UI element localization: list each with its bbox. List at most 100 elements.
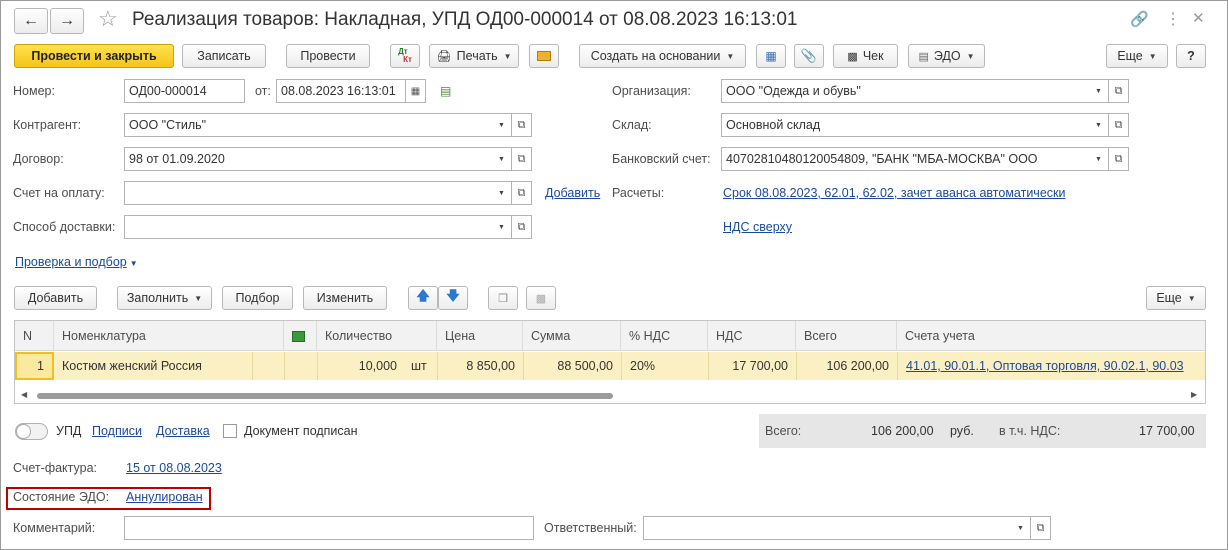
select-items-button[interactable]: Подбор bbox=[222, 286, 293, 310]
organization-dropdown[interactable]: ▼ bbox=[1089, 79, 1109, 103]
contract-field[interactable]: 98 от 01.09.2020 bbox=[124, 147, 514, 171]
col-accounts[interactable]: Счета учета bbox=[897, 321, 1205, 351]
document-signed-checkbox[interactable] bbox=[223, 424, 237, 438]
post-button[interactable]: Провести bbox=[286, 44, 370, 68]
row-sum-cell[interactable]: 88 500,00 bbox=[523, 352, 621, 380]
col-qty[interactable]: Количество bbox=[317, 321, 437, 351]
delivery-method-field[interactable] bbox=[124, 215, 514, 239]
print-button[interactable]: 🖨 Печать ▼ bbox=[429, 44, 519, 68]
row-price-cell[interactable]: 8 850,00 bbox=[437, 352, 523, 380]
row-total-cell[interactable]: 106 200,00 bbox=[796, 352, 897, 380]
fill-button[interactable]: Заполнить ▼ bbox=[117, 286, 212, 310]
create-based-on-button[interactable]: Создать на основании ▼ bbox=[579, 44, 746, 68]
row-unit-cell[interactable]: шт bbox=[405, 352, 437, 380]
comment-field[interactable] bbox=[124, 516, 534, 540]
responsible-field[interactable] bbox=[643, 516, 1033, 540]
row-qty-cell[interactable]: 10,000 bbox=[317, 352, 405, 380]
link-icon[interactable]: 🔗 bbox=[1130, 10, 1149, 28]
copy-rows-button[interactable]: ❐ bbox=[488, 286, 518, 310]
bank-account-field[interactable]: 40702810480120054809, "БАНК "МБА-МОСКВА"… bbox=[721, 147, 1111, 171]
favorite-star-icon[interactable]: ☆ bbox=[98, 6, 118, 32]
col-item[interactable]: Номенклатура bbox=[54, 321, 284, 351]
warehouse-open[interactable]: ⧉ bbox=[1109, 113, 1129, 137]
signatures-link[interactable]: Подписи bbox=[92, 424, 142, 438]
open-icon: ⧉ bbox=[517, 220, 526, 233]
more-button[interactable]: Еще ▼ bbox=[1106, 44, 1168, 68]
dt-kt-button[interactable]: Дт Кт bbox=[390, 44, 420, 68]
horizontal-scrollbar[interactable]: ◀ ▶ bbox=[15, 389, 1205, 403]
date-field[interactable]: 08.08.2023 16:13:01 bbox=[276, 79, 406, 103]
move-up-button[interactable]: 🡅 bbox=[408, 286, 438, 310]
add-invoice-link[interactable]: Добавить bbox=[545, 186, 600, 200]
upd-toggle[interactable] bbox=[15, 423, 48, 440]
vat-on-top-link[interactable]: НДС сверху bbox=[723, 220, 792, 234]
help-button[interactable]: ? bbox=[1176, 44, 1206, 68]
check-button[interactable]: ▩ Чек bbox=[833, 44, 898, 68]
col-price[interactable]: Цена bbox=[437, 321, 523, 351]
col-marking[interactable] bbox=[284, 321, 317, 351]
delivery-method-dropdown[interactable]: ▼ bbox=[492, 215, 512, 239]
row-vat-rate-cell[interactable]: 20% bbox=[621, 352, 708, 380]
close-icon[interactable]: ✕ bbox=[1192, 9, 1205, 27]
add-row-button[interactable]: Добавить bbox=[14, 286, 97, 310]
contract-dropdown[interactable]: ▼ bbox=[492, 147, 512, 171]
counterparty-dropdown[interactable]: ▼ bbox=[492, 113, 512, 137]
invoice-payment-open[interactable]: ⧉ bbox=[512, 181, 532, 205]
delivery-method-open[interactable]: ⧉ bbox=[512, 215, 532, 239]
bank-account-dropdown[interactable]: ▼ bbox=[1089, 147, 1109, 171]
email-button[interactable] bbox=[529, 44, 559, 68]
warehouse-dropdown[interactable]: ▼ bbox=[1089, 113, 1109, 137]
row-marking-cell[interactable] bbox=[284, 352, 317, 380]
col-sum[interactable]: Сумма bbox=[523, 321, 621, 351]
forward-button[interactable]: → bbox=[50, 8, 84, 34]
row-accounts-link[interactable]: 41.01, 90.01.1, Оптовая торговля, 90.02.… bbox=[906, 359, 1184, 373]
scroll-right-icon[interactable]: ▶ bbox=[1191, 390, 1197, 399]
col-n[interactable]: N bbox=[15, 321, 54, 351]
row-accounts-cell[interactable]: 41.01, 90.01.1, Оптовая торговля, 90.02.… bbox=[897, 352, 1205, 380]
delivery-link[interactable]: Доставка bbox=[156, 424, 210, 438]
table-row[interactable]: 1 Костюм женский Россия 10,000 шт 8 850,… bbox=[15, 352, 1205, 380]
scroll-left-icon[interactable]: ◀ bbox=[21, 390, 27, 399]
responsible-open[interactable]: ⧉ bbox=[1031, 516, 1051, 540]
structure-button[interactable]: ▦ bbox=[756, 44, 786, 68]
counterparty-field[interactable]: ООО "Стиль" bbox=[124, 113, 514, 137]
more-vertical-icon[interactable]: ⋮ bbox=[1165, 9, 1181, 29]
change-button[interactable]: Изменить bbox=[303, 286, 387, 310]
col-vat[interactable]: НДС bbox=[708, 321, 796, 351]
organization-label: Организация: bbox=[612, 84, 691, 98]
number-field[interactable]: ОД00-000014 bbox=[124, 79, 245, 103]
organization-open[interactable]: ⧉ bbox=[1109, 79, 1129, 103]
invoice-payment-field[interactable] bbox=[124, 181, 514, 205]
row-vat-cell[interactable]: 17 700,00 bbox=[708, 352, 796, 380]
responsible-dropdown[interactable]: ▼ bbox=[1011, 516, 1031, 540]
row-n-cell[interactable]: 1 bbox=[15, 352, 54, 380]
move-down-button[interactable]: 🡇 bbox=[438, 286, 468, 310]
table-more-button[interactable]: Еще ▼ bbox=[1146, 286, 1206, 310]
col-vat-rate[interactable]: % НДС bbox=[621, 321, 708, 351]
back-button[interactable]: ← bbox=[14, 8, 48, 34]
post-and-close-button[interactable]: Провести и закрыть bbox=[14, 44, 174, 68]
edo-button[interactable]: ▤ ЭДО ▼ bbox=[908, 44, 985, 68]
check-and-select-link[interactable]: Проверка и подбор ▼ bbox=[15, 255, 138, 269]
totals-vat-value: 17 700,00 bbox=[1139, 424, 1195, 438]
paste-rows-button[interactable]: ▩ bbox=[526, 286, 556, 310]
contract-label: Договор: bbox=[13, 152, 64, 166]
contract-open[interactable]: ⧉ bbox=[512, 147, 532, 171]
col-total[interactable]: Всего bbox=[796, 321, 897, 351]
bank-account-open[interactable]: ⧉ bbox=[1109, 147, 1129, 171]
invoice-link[interactable]: 15 от 08.08.2023 bbox=[126, 461, 222, 475]
row-characteristic-cell[interactable] bbox=[252, 352, 284, 380]
edit-history-icon[interactable]: ▤ bbox=[440, 84, 451, 98]
invoice-payment-dropdown[interactable]: ▼ bbox=[492, 181, 512, 205]
settlements-link[interactable]: Срок 08.08.2023, 62.01, 62.02, зачет ава… bbox=[723, 186, 1065, 200]
organization-field[interactable]: ООО "Одежда и обувь" bbox=[721, 79, 1111, 103]
edo-state-link[interactable]: Аннулирован bbox=[126, 490, 203, 504]
calendar-button[interactable]: ▦ bbox=[406, 79, 426, 103]
write-button[interactable]: Записать bbox=[182, 44, 266, 68]
printer-icon: 🖨 bbox=[436, 49, 452, 63]
counterparty-open[interactable]: ⧉ bbox=[512, 113, 532, 137]
warehouse-field[interactable]: Основной склад bbox=[721, 113, 1111, 137]
row-item-cell[interactable]: Костюм женский Россия bbox=[54, 352, 252, 380]
attach-button[interactable]: 📎 bbox=[794, 44, 824, 68]
scrollbar-thumb[interactable] bbox=[37, 393, 613, 399]
